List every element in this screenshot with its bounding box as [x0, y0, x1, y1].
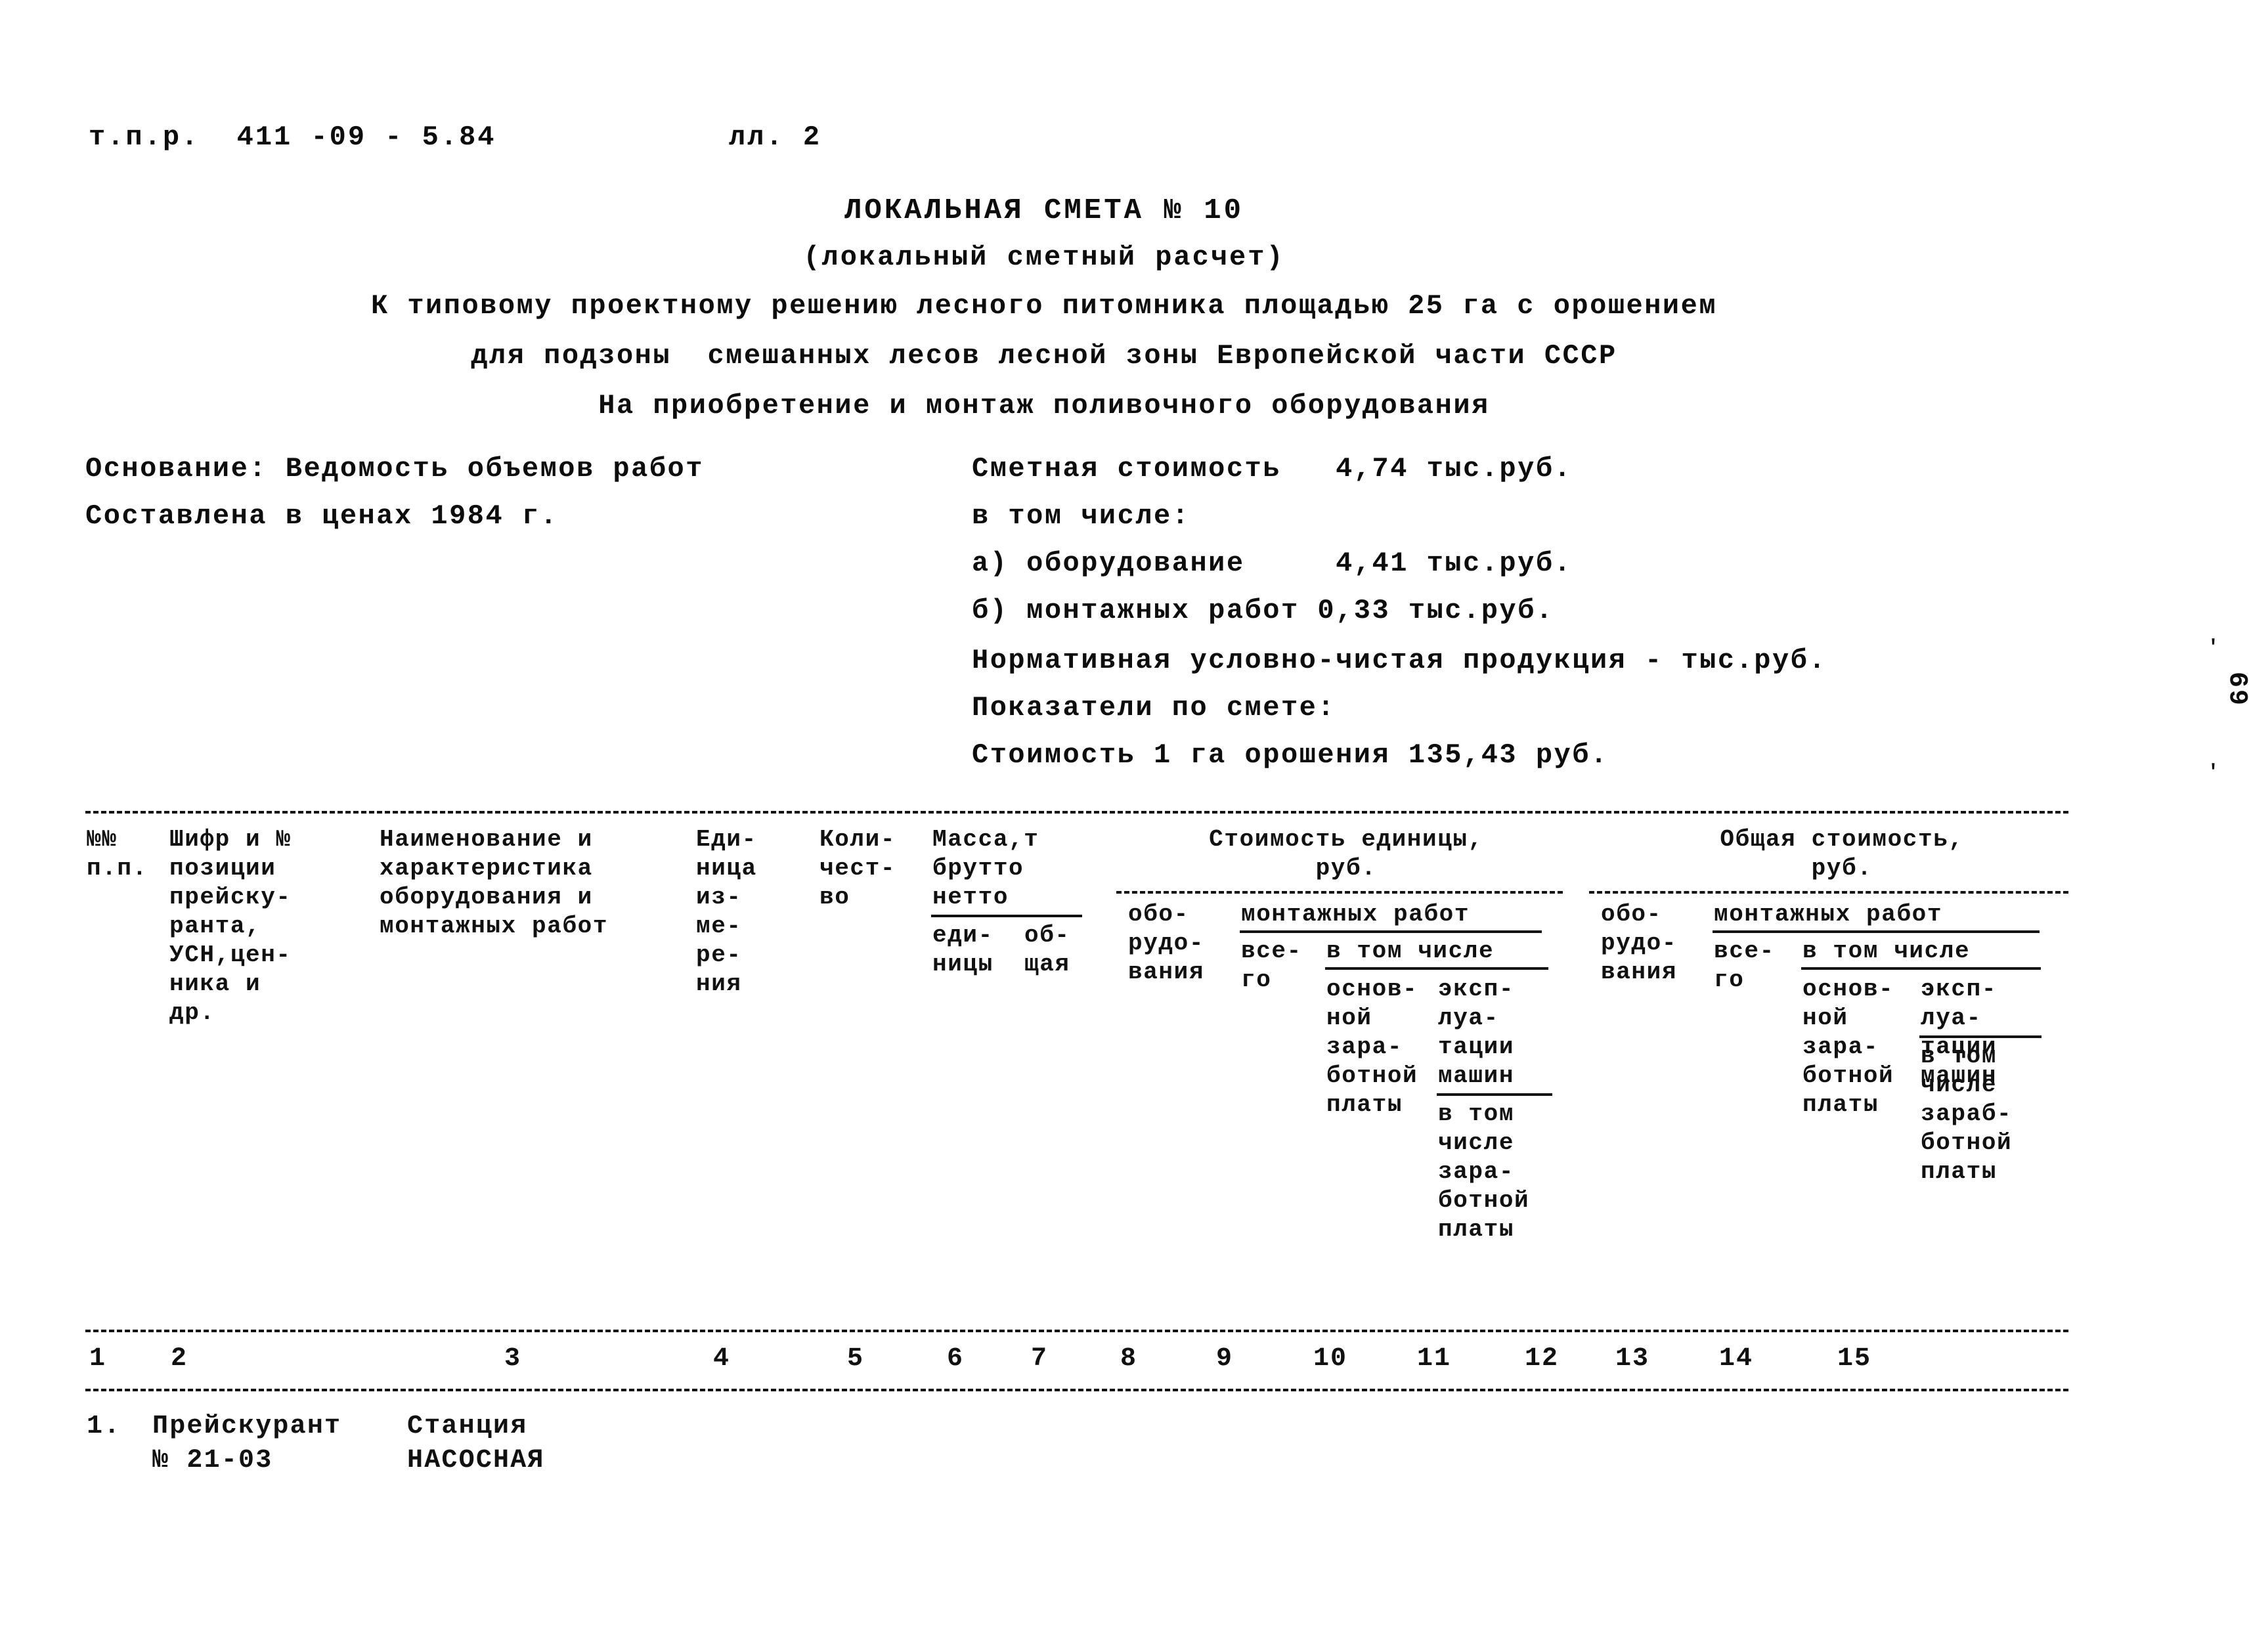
header-unit-installation-included: в том числе [1326, 938, 1495, 965]
document-code: т.п.р. 411 -09 - 5.84 [89, 121, 496, 153]
column-number-12: 12 [1525, 1344, 1560, 1374]
column-number-10: 10 [1313, 1344, 1348, 1374]
header-col-4: Еди- ница из- ме- ре- ния [696, 826, 757, 997]
table-top-border [85, 811, 2068, 814]
column-number-6: 6 [947, 1344, 965, 1374]
estimate-subtitle: (локальный сметный расчет) [803, 242, 1285, 273]
total-estimate-cost: Сметная стоимость 4,74 тыс.руб. [972, 453, 1573, 485]
column-number-bottom-border [85, 1389, 2068, 1391]
header-unit-machine-included-wage: в том числе зара- ботной платы [1438, 1100, 1530, 1243]
header-total-machine-included-wage: в том числе зараб- ботной платы [1921, 1043, 2013, 1185]
document-page: т.п.р. 411 -09 - 5.84 лл. 2 ЛОКАЛЬНАЯ СМ… [0, 0, 2249, 1652]
header-col-2: Шифр и № позиции прейску- ранта, УСН,цен… [169, 826, 292, 1026]
header-col-6-total: об- щая [1024, 922, 1070, 978]
price-level-label: Составлена в ценах 1984 г. [85, 500, 559, 532]
included-label: в том числе: [972, 500, 1190, 532]
header-col-6-unit: еди- ницы [932, 922, 993, 978]
column-number-4: 4 [713, 1344, 731, 1374]
column-number-13: 13 [1615, 1344, 1650, 1374]
table-row-code: Прейскурант № 21-03 [152, 1412, 342, 1475]
header-unit-installation-total: все- го [1241, 938, 1302, 993]
table-row-name: Станция НАСОСНАЯ [407, 1412, 545, 1475]
project-description-line-2: для подзоны смешанных лесов лесной зоны … [471, 340, 1617, 372]
header-total-cost-title: Общая стоимость, [1720, 826, 1964, 853]
header-col-3: Наименование и характеристика оборудован… [380, 826, 609, 940]
column-number-8: 8 [1120, 1344, 1138, 1374]
page-number: 69 [2227, 670, 2249, 706]
header-col-6-rule [931, 915, 1082, 917]
header-unit-installation-rule [1240, 930, 1542, 933]
estimate-title: ЛОКАЛЬНАЯ СМЕТА № 10 [844, 194, 1244, 227]
indicator-cost-per-hectare: Стоимость 1 га орошения 135,43 руб. [972, 739, 1609, 771]
header-total-cost-rule [1589, 891, 2068, 894]
header-total-equipment: обо- рудо- вания [1601, 901, 1678, 986]
header-col-5: Коли- чест- во [819, 826, 896, 911]
header-total-installation-total: все- го [1714, 938, 1775, 993]
basis-label: Основание: Ведомость объемов работ [85, 453, 704, 485]
header-total-installation-title: монтажных работ [1714, 901, 1943, 928]
header-total-installation-included: в том числе [1802, 938, 1971, 965]
column-number-14: 14 [1719, 1344, 1754, 1374]
indicators-label: Показатели по смете: [972, 692, 1336, 724]
column-number-5: 5 [847, 1344, 865, 1374]
header-unit-cost-title: Стоимость единицы, [1209, 826, 1483, 853]
header-unit-cost-rule [1116, 891, 1563, 894]
included-equipment-cost: а) оборудование 4,41 тыс.руб. [972, 548, 1573, 579]
header-total-basic-wage: основ- ной зара- ботной платы [1802, 976, 1894, 1118]
header-total-cost-units: руб. [1811, 855, 1873, 882]
header-unit-machine-rule [1437, 1093, 1552, 1096]
header-unit-equipment: обо- рудо- вания [1128, 901, 1205, 986]
column-number-11: 11 [1417, 1344, 1452, 1374]
column-number-top-border [85, 1330, 2068, 1332]
column-number-15: 15 [1837, 1344, 1872, 1374]
included-installation-cost: б) монтажных работ 0,33 тыс.руб. [972, 595, 1554, 626]
header-col-6-net: нетто [932, 884, 1009, 911]
project-description-line-3: На приобретение и монтаж поливочного обо… [598, 390, 1490, 422]
header-total-installation-rule [1713, 930, 2040, 933]
sheet-number: лл. 2 [729, 121, 822, 153]
header-col-6-mass: Масса,т брутто [932, 826, 1039, 882]
margin-tick-top: ' [2207, 637, 2220, 659]
table-row: 1. [87, 1412, 121, 1441]
header-unit-installation-included-rule [1325, 967, 1548, 970]
column-number-1: 1 [89, 1344, 107, 1374]
header-unit-installation-title: монтажных работ [1241, 901, 1470, 928]
header-unit-basic-wage: основ- ной зара- ботной платы [1326, 976, 1418, 1118]
header-total-machine-rule [1919, 1035, 2042, 1038]
header-unit-machine-operation: эксп- луа- тации машин [1438, 976, 1515, 1089]
project-description-line-1: К типовому проектному решению лесного пи… [370, 290, 1718, 322]
column-number-3: 3 [504, 1344, 522, 1374]
column-number-9: 9 [1216, 1344, 1234, 1374]
column-number-2: 2 [171, 1344, 188, 1374]
margin-tick-bottom: ' [2207, 762, 2220, 784]
header-unit-cost-units: руб. [1315, 855, 1377, 882]
column-number-7: 7 [1031, 1344, 1049, 1374]
header-total-installation-included-rule [1801, 967, 2041, 970]
normative-net-output: Нормативная условно-чистая продукция - т… [972, 645, 1827, 676]
